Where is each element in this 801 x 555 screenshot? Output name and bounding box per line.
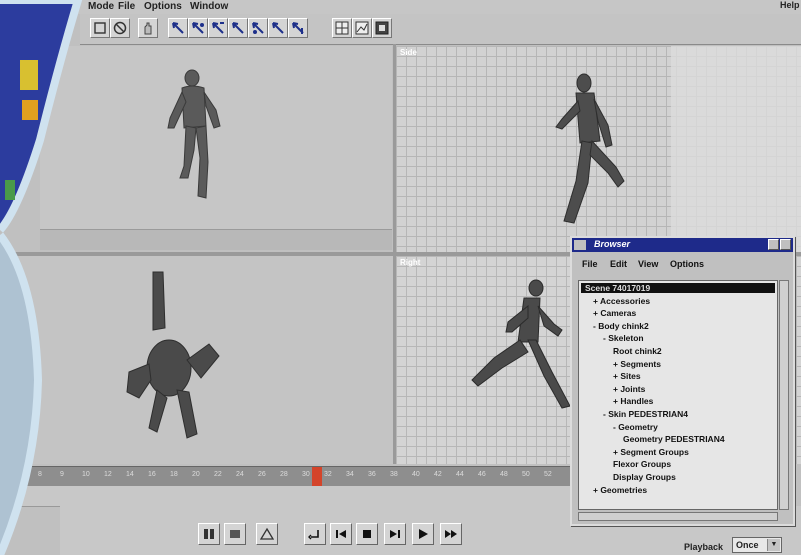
playback-value: Once: [736, 540, 759, 550]
browser-menu-view[interactable]: View: [638, 259, 658, 269]
timeline-tick: 52: [544, 471, 552, 478]
timeline-tick: 12: [104, 471, 112, 478]
timeline-tick: 22: [214, 471, 222, 478]
timeline-tick: 26: [258, 471, 266, 478]
tree-item[interactable]: - Geometry: [613, 422, 658, 432]
ik-tool-3-icon[interactable]: [208, 18, 228, 38]
timeline-tick: 16: [148, 471, 156, 478]
tree-item[interactable]: + Cameras: [593, 308, 636, 318]
timeline-tick: 24: [236, 471, 244, 478]
keyframe-icon[interactable]: [224, 523, 246, 545]
timeline-tick: 30: [302, 471, 310, 478]
graph-icon[interactable]: [352, 18, 372, 38]
system-menu-icon[interactable]: [574, 240, 586, 250]
browser-menu-file[interactable]: File: [582, 259, 598, 269]
tree-item[interactable]: + Handles: [613, 396, 653, 406]
timeline-tick: 14: [126, 471, 134, 478]
menu-help[interactable]: Help: [780, 0, 801, 14]
tree-item[interactable]: Flexor Groups: [613, 459, 671, 469]
tree-item[interactable]: - Skin PEDESTRIAN4: [603, 409, 688, 419]
browser-window: Browser File Edit View Options Scene 740…: [570, 236, 795, 526]
ik-tool-2-icon[interactable]: [188, 18, 208, 38]
toolbar: [80, 14, 801, 45]
stop-icon[interactable]: [356, 523, 378, 545]
viewport-side[interactable]: Side: [396, 46, 801, 252]
no-icon[interactable]: [110, 18, 130, 38]
timeline-tick: 44: [456, 471, 464, 478]
timeline-tick: 36: [368, 471, 376, 478]
timeline-cursor[interactable]: [312, 467, 322, 487]
ik-tool-1-icon[interactable]: [168, 18, 188, 38]
tree-item[interactable]: - Body chink2: [593, 321, 649, 331]
figure-icon[interactable]: [198, 523, 220, 545]
menu-window[interactable]: Window: [190, 1, 228, 12]
figure-right: [471, 279, 571, 409]
timeline-tick: 20: [192, 471, 200, 478]
maximize-icon[interactable]: [780, 239, 791, 250]
timeline-tick: 40: [412, 471, 420, 478]
triangle-icon[interactable]: [256, 523, 278, 545]
hand-icon[interactable]: [138, 18, 158, 38]
timeline-tick: 32: [324, 471, 332, 478]
viewport-label: Side: [400, 48, 417, 57]
figure-side: [555, 73, 625, 224]
tree-item[interactable]: + Sites: [613, 371, 641, 381]
step-forward-icon[interactable]: [384, 523, 406, 545]
tree-item[interactable]: + Geometries: [593, 485, 647, 495]
viewport-label: Right: [400, 258, 421, 267]
timeline-tick: 38: [390, 471, 398, 478]
tree-item[interactable]: + Accessories: [593, 296, 650, 306]
app-window: Mode File Options Window Help Side Right…: [0, 0, 801, 555]
menu-options[interactable]: Options: [144, 1, 182, 12]
browser-title: Browser: [594, 239, 631, 249]
playback-label: Playback: [684, 542, 724, 552]
ik-tool-5-icon[interactable]: [248, 18, 268, 38]
figure-top: [126, 271, 220, 439]
tree-item[interactable]: + Segment Groups: [613, 447, 689, 457]
tree-item[interactable]: Display Groups: [613, 472, 676, 482]
wall: [671, 46, 801, 252]
horizontal-scrollbar[interactable]: [578, 512, 778, 521]
browser-menu-edit[interactable]: Edit: [610, 259, 627, 269]
magazine-page-edge: [0, 0, 83, 555]
fast-forward-icon[interactable]: [440, 523, 462, 545]
browser-titlebar[interactable]: Browser: [572, 238, 793, 252]
grid-view-icon[interactable]: [332, 18, 352, 38]
play-icon[interactable]: [412, 523, 434, 545]
scene-tree[interactable]: Scene 74017019 + Accessories + Cameras - Bo…: [578, 280, 778, 510]
chevron-down-icon: ▼: [767, 539, 780, 551]
loop-icon[interactable]: [304, 523, 326, 545]
timeline-tick: 48: [500, 471, 508, 478]
timeline-tick: 42: [434, 471, 442, 478]
tree-item[interactable]: + Joints: [613, 384, 645, 394]
tree-item[interactable]: Root chink2: [613, 346, 662, 356]
tree-item[interactable]: + Segments: [613, 359, 661, 369]
render-icon[interactable]: [372, 18, 392, 38]
ik-tool-6-icon[interactable]: [268, 18, 288, 38]
ik-tool-4-icon[interactable]: [228, 18, 248, 38]
menubar: Mode File Options Window: [60, 0, 801, 14]
browser-menu-options[interactable]: Options: [670, 259, 704, 269]
tree-item[interactable]: Geometry PEDESTRIAN4: [623, 434, 725, 444]
timeline-tick: 46: [478, 471, 486, 478]
timeline-tick: 34: [346, 471, 354, 478]
tree-item[interactable]: Scene 74017019: [581, 283, 775, 293]
menu-file[interactable]: File: [118, 1, 135, 12]
timeline-tick: 18: [170, 471, 178, 478]
vertical-scrollbar[interactable]: [779, 280, 789, 510]
minimize-icon[interactable]: [768, 239, 779, 250]
figure-front: [167, 69, 221, 199]
playback-select[interactable]: Once ▼: [732, 537, 782, 553]
rewind-icon[interactable]: [330, 523, 352, 545]
timeline-tick: 28: [280, 471, 288, 478]
tree-item[interactable]: - Skeleton: [603, 333, 644, 343]
timeline-tick: 50: [522, 471, 530, 478]
browser-menubar: File Edit View Options: [572, 256, 793, 272]
ik-tool-7-icon[interactable]: [288, 18, 308, 38]
